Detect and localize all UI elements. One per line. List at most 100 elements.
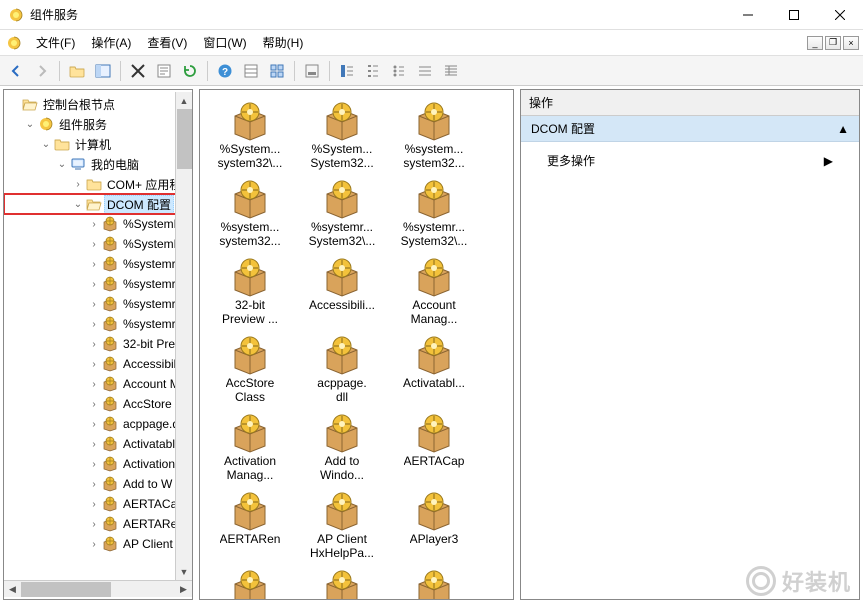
scroll-thumb[interactable]	[177, 109, 192, 169]
grid-item[interactable]: Add to Windo...	[296, 410, 388, 488]
mdi-restore-button[interactable]: ❐	[825, 36, 841, 50]
forward-button[interactable]	[30, 59, 54, 83]
actions-more-label: 更多操作	[547, 152, 595, 169]
list-panel: %System... system32\... %System... System…	[199, 89, 514, 600]
tree-item[interactable]: ›%systemr	[4, 274, 192, 294]
menu-file[interactable]: 文件(F)	[28, 30, 83, 55]
actions-section-title[interactable]: DCOM 配置 ▲	[521, 116, 859, 142]
grid-item[interactable]: Account Manag...	[388, 254, 480, 332]
mdi-minimize-button[interactable]: _	[807, 36, 823, 50]
menu-window[interactable]: 窗口(W)	[195, 30, 254, 55]
grid-item[interactable]: %systemr... System32\...	[296, 176, 388, 254]
scroll-right-icon[interactable]: ▶	[175, 581, 192, 598]
mdi-close-button[interactable]: ×	[843, 36, 859, 50]
tree-vertical-scrollbar[interactable]: ▲ ▼	[175, 92, 192, 580]
actions-more[interactable]: 更多操作 ▶	[521, 148, 859, 173]
tool-3-button[interactable]	[361, 59, 385, 83]
view-icons-button[interactable]	[265, 59, 289, 83]
grid-item-label: %System... System32...	[310, 142, 373, 170]
grid-item[interactable]: AP Client HxHelpPa...	[296, 488, 388, 566]
tree-item[interactable]: ›%systemr	[4, 294, 192, 314]
grid-item[interactable]: AERTACap	[388, 410, 480, 488]
tree-item[interactable]: ›Activatabl	[4, 434, 192, 454]
grid-item[interactable]: AccStore Class	[204, 332, 296, 410]
grid-item[interactable]: %system... system32...	[204, 176, 296, 254]
menu-help[interactable]: 帮助(H)	[255, 30, 312, 55]
component-icon	[102, 376, 118, 392]
tree-root[interactable]: 控制台根节点	[4, 94, 192, 114]
tree-dcom-config[interactable]: ⌄DCOM 配置	[4, 194, 192, 214]
grid-item[interactable]: %System... system32\...	[204, 98, 296, 176]
grid-item[interactable]: APlayer3	[388, 488, 480, 566]
tree-item[interactable]: ›AERTACap	[4, 494, 192, 514]
menu-action[interactable]: 操作(A)	[83, 30, 139, 55]
tree-item[interactable]: ›AERTARen	[4, 514, 192, 534]
grid-item-label: APlayer3	[410, 532, 459, 546]
tree-item[interactable]: ›%SystemR	[4, 214, 192, 234]
refresh-button[interactable]	[178, 59, 202, 83]
close-button[interactable]	[817, 0, 863, 30]
tree-item[interactable]: ›acppage.d	[4, 414, 192, 434]
show-tree-button[interactable]	[91, 59, 115, 83]
grid-item[interactable]: %systemr... System32\...	[388, 176, 480, 254]
grid-item[interactable]: 32-bit Preview ...	[204, 254, 296, 332]
tree-item[interactable]: ›AP Client	[4, 534, 192, 554]
computer-icon	[70, 156, 86, 172]
tree-item-label: Activation	[120, 456, 178, 472]
component-icon	[102, 476, 118, 492]
view-list-button[interactable]	[239, 59, 263, 83]
tree-component-services[interactable]: ⌄组件服务	[4, 114, 192, 134]
properties-button[interactable]	[152, 59, 176, 83]
scroll-down-icon[interactable]: ▼	[176, 563, 193, 580]
tree-item[interactable]: ›Activation	[4, 454, 192, 474]
component-icon	[413, 256, 455, 298]
tree-item[interactable]: ›%systemr	[4, 254, 192, 274]
tree-com-apps[interactable]: ›COM+ 应用程	[4, 174, 192, 194]
grid-item[interactable]	[296, 566, 388, 600]
tree-item[interactable]: ›%systemr	[4, 314, 192, 334]
delete-button[interactable]	[126, 59, 150, 83]
grid-item[interactable]: AERTARen	[204, 488, 296, 566]
tree-item[interactable]: ›Add to W	[4, 474, 192, 494]
tree-computers[interactable]: ⌄计算机	[4, 134, 192, 154]
tree-horizontal-scrollbar[interactable]: ◀ ▶	[4, 580, 192, 597]
back-button[interactable]	[4, 59, 28, 83]
grid-item[interactable]: Activatabl...	[388, 332, 480, 410]
grid-item[interactable]: acppage. dll	[296, 332, 388, 410]
tool-2-button[interactable]	[335, 59, 359, 83]
menu-view[interactable]: 查看(V)	[139, 30, 195, 55]
tree-item[interactable]: ›%SystemR	[4, 234, 192, 254]
grid-item[interactable]: %System... System32...	[296, 98, 388, 176]
tree-item[interactable]: ›Account M	[4, 374, 192, 394]
icon-grid[interactable]: %System... system32\... %System... System…	[200, 90, 513, 600]
scroll-up-icon[interactable]: ▲	[176, 92, 193, 109]
grid-item[interactable]	[204, 566, 296, 600]
tree-item[interactable]: ›Accessibili	[4, 354, 192, 374]
tree-view[interactable]: 控制台根节点 ⌄组件服务 ⌄计算机 ⌄我的电脑 ›COM+ 应用程 ⌄DCOM …	[4, 92, 192, 556]
tree-my-computer[interactable]: ⌄我的电脑	[4, 154, 192, 174]
help-button[interactable]: ?	[213, 59, 237, 83]
tree-item[interactable]: ›AccStore	[4, 394, 192, 414]
grid-item[interactable]: %system... system32...	[388, 98, 480, 176]
folder-icon	[22, 96, 38, 112]
minimize-button[interactable]	[725, 0, 771, 30]
actions-header: 操作	[521, 90, 859, 116]
grid-item-label: %system... system32...	[219, 220, 280, 248]
grid-item-label: acppage. dll	[317, 376, 366, 404]
scroll-thumb[interactable]	[21, 582, 111, 597]
up-button[interactable]	[65, 59, 89, 83]
grid-item[interactable]: Activation Manag...	[204, 410, 296, 488]
maximize-button[interactable]	[771, 0, 817, 30]
component-icon	[229, 334, 271, 376]
tool-1-button[interactable]	[300, 59, 324, 83]
tool-5-button[interactable]	[413, 59, 437, 83]
grid-item[interactable]	[388, 566, 480, 600]
grid-item-label: Activatabl...	[403, 376, 465, 390]
grid-item[interactable]: Accessibili...	[296, 254, 388, 332]
collapse-icon: ▲	[837, 122, 849, 136]
tree-item[interactable]: ›32-bit Pre	[4, 334, 192, 354]
tool-6-button[interactable]	[439, 59, 463, 83]
tool-4-button[interactable]	[387, 59, 411, 83]
scroll-left-icon[interactable]: ◀	[4, 581, 21, 598]
component-icon	[229, 568, 271, 600]
